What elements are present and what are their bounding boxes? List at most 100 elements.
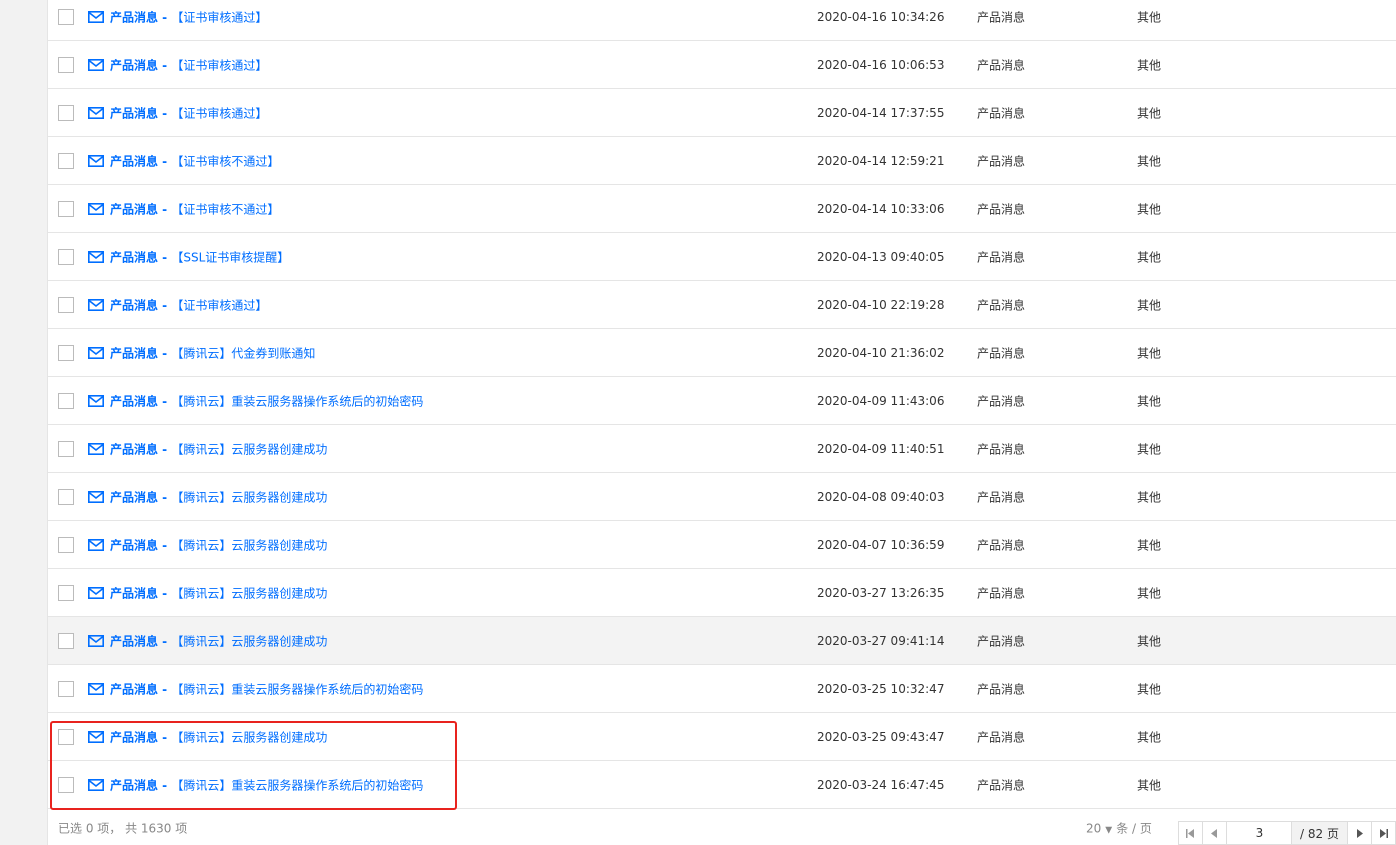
mail-icon — [88, 58, 104, 71]
message-time: 2020-03-25 10:32:47 — [817, 681, 945, 696]
table-row[interactable]: 产品消息 - 【证书审核通过】 2020-04-16 10:06:53 产品消息 其他 — [48, 41, 1396, 89]
message-title-link[interactable]: 产品消息 - 【腾讯云】重装云服务器操作系统后的初始密码 — [110, 776, 423, 793]
message-category: 产品消息 - — [110, 634, 172, 648]
message-title-link[interactable]: 产品消息 - 【证书审核通过】 — [110, 56, 267, 73]
last-page-icon[interactable] — [1371, 822, 1395, 844]
first-page-icon[interactable] — [1179, 822, 1204, 844]
table-row[interactable]: 产品消息 - 【腾讯云】代金券到账通知 2020-04-10 21:36:02 产品… — [48, 329, 1396, 377]
mail-icon — [88, 10, 104, 23]
row-checkbox[interactable] — [58, 8, 74, 25]
message-category: 产品消息 - — [110, 250, 172, 264]
row-checkbox[interactable] — [58, 728, 74, 745]
row-checkbox[interactable] — [58, 344, 74, 361]
message-category: 产品消息 - — [110, 154, 172, 168]
message-title-link[interactable]: 产品消息 - 【腾讯云】云服务器创建成功 — [110, 584, 327, 601]
message-title-link[interactable]: 产品消息 - 【证书审核不通过】 — [110, 200, 279, 217]
table-row[interactable]: 产品消息 - 【证书审核通过】 2020-04-10 22:19:28 产品消息 其他 — [48, 281, 1396, 329]
message-title-link[interactable]: 产品消息 - 【腾讯云】重装云服务器操作系统后的初始密码 — [110, 392, 423, 409]
message-category: 产品消息 - — [110, 202, 172, 216]
row-checkbox[interactable] — [58, 776, 74, 793]
message-type: 产品消息 — [977, 346, 1026, 360]
pagination: / 82 页 — [1178, 821, 1396, 845]
table-row[interactable]: 产品消息 - 【证书审核通过】 2020-04-16 10:34:26 产品消息 其他 — [48, 0, 1396, 41]
mail-icon — [88, 106, 104, 119]
message-title-link[interactable]: 产品消息 - 【腾讯云】云服务器创建成功 — [110, 728, 327, 745]
mail-icon — [88, 490, 104, 503]
row-checkbox[interactable] — [58, 680, 74, 697]
message-title-link[interactable]: 产品消息 - 【证书审核不通过】 — [110, 152, 279, 169]
caret-down-icon: ▼ — [1105, 825, 1113, 836]
message-title-link[interactable]: 产品消息 - 【腾讯云】云服务器创建成功 — [110, 632, 327, 649]
message-other: 其他 — [1137, 538, 1162, 552]
message-type: 产品消息 — [977, 490, 1026, 504]
message-category: 产品消息 - — [110, 394, 172, 408]
message-subject: 【SSL证书审核提醒】 — [171, 250, 290, 264]
row-checkbox[interactable] — [58, 56, 74, 73]
next-page-icon[interactable] — [1347, 822, 1372, 844]
mail-icon — [88, 778, 104, 791]
message-subject: 【腾讯云】云服务器创建成功 — [171, 442, 328, 456]
table-row[interactable]: 产品消息 - 【腾讯云】云服务器创建成功 2020-03-27 13:26:35 产… — [48, 569, 1396, 617]
row-checkbox[interactable] — [58, 536, 74, 553]
message-title-link[interactable]: 产品消息 - 【腾讯云】云服务器创建成功 — [110, 536, 327, 553]
message-title-link[interactable]: 产品消息 - 【证书审核通过】 — [110, 8, 267, 25]
message-other: 其他 — [1137, 682, 1162, 696]
message-other: 其他 — [1137, 154, 1162, 168]
message-category: 产品消息 - — [110, 10, 172, 24]
table-row[interactable]: 产品消息 - 【腾讯云】重装云服务器操作系统后的初始密码 2020-03-24 1… — [48, 761, 1396, 809]
message-title-link[interactable]: 产品消息 - 【腾讯云】云服务器创建成功 — [110, 440, 327, 457]
row-checkbox[interactable] — [58, 440, 74, 457]
row-checkbox[interactable] — [58, 104, 74, 121]
table-row[interactable]: 产品消息 - 【腾讯云】云服务器创建成功 2020-04-07 10:36:59 产… — [48, 521, 1396, 569]
mail-icon — [88, 538, 104, 551]
page-number-input[interactable] — [1227, 822, 1293, 844]
table-row[interactable]: 产品消息 - 【腾讯云】重装云服务器操作系统后的初始密码 2020-04-09 1… — [48, 377, 1396, 425]
message-title-link[interactable]: 产品消息 - 【SSL证书审核提醒】 — [110, 248, 289, 265]
row-checkbox[interactable] — [58, 392, 74, 409]
message-category: 产品消息 - — [110, 346, 172, 360]
table-row[interactable]: 产品消息 - 【SSL证书审核提醒】 2020-04-13 09:40:05 产品消… — [48, 233, 1396, 281]
table-row[interactable]: 产品消息 - 【腾讯云】云服务器创建成功 2020-03-27 09:41:14 产… — [48, 617, 1396, 665]
message-category: 产品消息 - — [110, 538, 172, 552]
message-time: 2020-04-07 10:36:59 — [817, 537, 945, 552]
message-title-link[interactable]: 产品消息 - 【证书审核通过】 — [110, 296, 267, 313]
message-time: 2020-04-14 17:37:55 — [817, 105, 945, 120]
table-row[interactable]: 产品消息 - 【腾讯云】云服务器创建成功 2020-04-08 09:40:03 产… — [48, 473, 1396, 521]
mail-icon — [88, 586, 104, 599]
message-subject: 【腾讯云】重装云服务器操作系统后的初始密码 — [171, 394, 424, 408]
message-other: 其他 — [1137, 394, 1162, 408]
row-checkbox[interactable] — [58, 488, 74, 505]
row-checkbox[interactable] — [58, 296, 74, 313]
message-category: 产品消息 - — [110, 490, 172, 504]
table-row[interactable]: 产品消息 - 【腾讯云】云服务器创建成功 2020-03-25 09:43:47 产… — [48, 713, 1396, 761]
message-category: 产品消息 - — [110, 58, 172, 72]
table-row[interactable]: 产品消息 - 【证书审核通过】 2020-04-14 17:37:55 产品消息 其他 — [48, 89, 1396, 137]
message-title-link[interactable]: 产品消息 - 【腾讯云】云服务器创建成功 — [110, 488, 327, 505]
message-type: 产品消息 — [977, 730, 1026, 744]
page-size-select[interactable]: 20 ▼ 条 / 页 — [1086, 820, 1152, 837]
message-other: 其他 — [1137, 490, 1162, 504]
table-row[interactable]: 产品消息 - 【腾讯云】重装云服务器操作系统后的初始密码 2020-03-25 1… — [48, 665, 1396, 713]
row-checkbox[interactable] — [58, 632, 74, 649]
row-checkbox[interactable] — [58, 584, 74, 601]
message-title-link[interactable]: 产品消息 - 【证书审核通过】 — [110, 104, 267, 121]
message-time: 2020-04-16 10:06:53 — [817, 57, 945, 72]
table-row[interactable]: 产品消息 - 【腾讯云】云服务器创建成功 2020-04-09 11:40:51 产… — [48, 425, 1396, 473]
message-title-link[interactable]: 产品消息 - 【腾讯云】重装云服务器操作系统后的初始密码 — [110, 680, 423, 697]
mail-icon — [88, 442, 104, 455]
row-checkbox[interactable] — [58, 248, 74, 265]
message-time: 2020-04-09 11:43:06 — [817, 393, 945, 408]
message-type: 产品消息 — [977, 202, 1026, 216]
message-time: 2020-04-14 10:33:06 — [817, 201, 945, 216]
message-category: 产品消息 - — [110, 730, 172, 744]
message-type: 产品消息 — [977, 298, 1026, 312]
message-type: 产品消息 — [977, 634, 1026, 648]
mail-icon — [88, 682, 104, 695]
message-title-link[interactable]: 产品消息 - 【腾讯云】代金券到账通知 — [110, 344, 315, 361]
table-row[interactable]: 产品消息 - 【证书审核不通过】 2020-04-14 12:59:21 产品消息 其… — [48, 137, 1396, 185]
table-row[interactable]: 产品消息 - 【证书审核不通过】 2020-04-14 10:33:06 产品消息 其… — [48, 185, 1396, 233]
message-type: 产品消息 — [977, 538, 1026, 552]
row-checkbox[interactable] — [58, 152, 74, 169]
row-checkbox[interactable] — [58, 200, 74, 217]
prev-page-icon[interactable] — [1203, 822, 1228, 844]
